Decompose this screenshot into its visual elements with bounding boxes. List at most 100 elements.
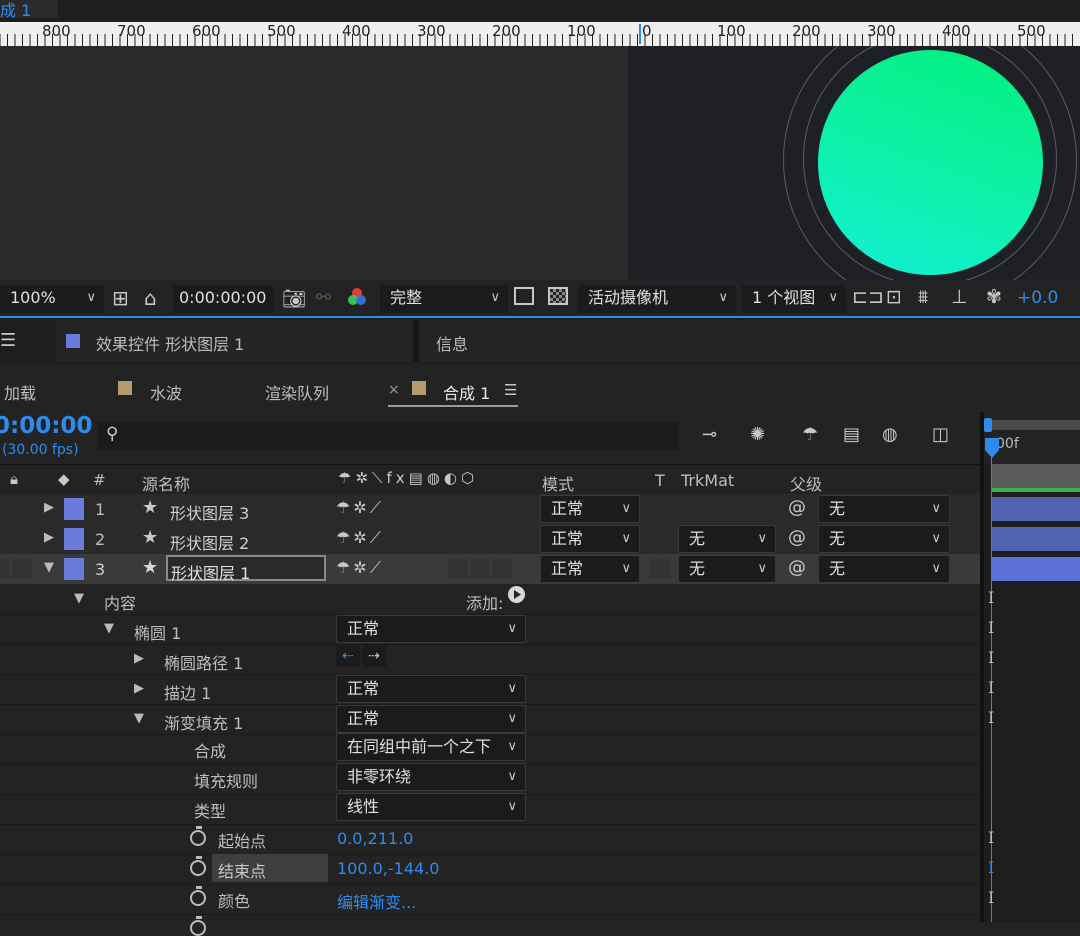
layer-bar-2[interactable]	[992, 527, 1080, 551]
hide-shy-layers-icon[interactable]: ☂	[802, 424, 818, 445]
work-area-start[interactable]	[984, 418, 992, 432]
frame-blending-icon[interactable]: ▤	[843, 424, 860, 445]
collapse-triangle-icon[interactable]: ▼	[134, 711, 144, 726]
flowchart-icon[interactable]: ⊥	[951, 286, 968, 308]
layer-label-swatch[interactable]	[64, 498, 84, 520]
keyframe-marker[interactable]: I	[988, 618, 994, 637]
pickwhip-icon[interactable]: @	[788, 557, 806, 578]
switch-box[interactable]	[492, 498, 512, 518]
graph-editor-icon[interactable]: ◫	[932, 424, 949, 445]
pickwhip-icon[interactable]: @	[788, 497, 806, 518]
timeline-icon[interactable]: ⩩	[918, 286, 928, 308]
pickwhip-icon[interactable]: @	[788, 527, 806, 548]
layer-label-swatch[interactable]	[64, 528, 84, 550]
property-row-start-point[interactable]: 起始点 0.0,211.0	[0, 824, 980, 855]
layer-mode-dropdown[interactable]: 正常 ∨	[540, 555, 640, 583]
layer-mode-dropdown[interactable]: 正常 ∨	[540, 525, 640, 553]
effect-controls-tab[interactable]: 效果控件 形状图层 1	[56, 320, 412, 362]
expand-triangle-icon[interactable]: ▶	[134, 651, 144, 666]
parent-dropdown[interactable]: 无 ∨	[818, 525, 950, 553]
transparency-grid-icon[interactable]	[548, 287, 568, 305]
fast-previews-icon[interactable]: ⊡	[886, 286, 902, 308]
keyframe-marker[interactable]: I	[988, 888, 994, 907]
layer-row-selected[interactable]: ▼ 3 ★ 形状图层 1 ☂✲⟋ 正常 ∨ 无 ∨ @ 无 ∨	[0, 554, 980, 585]
snapshot-camera-icon[interactable]: 📷︎	[282, 287, 306, 310]
start-point-value[interactable]: 0.0,211.0	[337, 829, 413, 848]
lock-switch[interactable]	[12, 528, 32, 548]
property-row-stroke[interactable]: ▶ 描边 1 正常 ∨	[0, 674, 980, 705]
ellipse-blend-dropdown[interactable]: 正常 ∨	[336, 615, 526, 643]
resolution-dropdown[interactable]: 完整 ∨	[380, 285, 508, 313]
close-icon[interactable]: ×	[388, 382, 400, 398]
lock-switch[interactable]	[12, 558, 32, 578]
switch-box[interactable]	[448, 528, 468, 548]
gradient-type-dropdown[interactable]: 线性 ∨	[336, 793, 526, 821]
property-row-fill-rule[interactable]: 填充规则 非零环绕 ∨	[0, 763, 980, 795]
current-time-field[interactable]: 0:00:00:00	[173, 285, 273, 313]
property-row-end-point[interactable]: 结束点 100.0,-144.0	[0, 854, 980, 885]
tab-load[interactable]: 加载	[4, 380, 36, 404]
lock-switch[interactable]	[12, 498, 32, 518]
tab-comp[interactable]: 合成 1	[443, 380, 490, 404]
path-direction-forward-icon[interactable]: ⇢	[362, 645, 386, 667]
motion-blur-icon[interactable]: ◍	[882, 424, 898, 445]
parent-dropdown[interactable]: 无 ∨	[818, 495, 950, 523]
end-point-value[interactable]: 100.0,-144.0	[337, 859, 439, 878]
preserve-transparency-box[interactable]	[650, 558, 670, 578]
property-row-composite[interactable]: 合成 在同组中前一个之下 ∨	[0, 733, 980, 765]
keyframe-marker[interactable]: I	[988, 678, 994, 697]
mask-visibility-icon[interactable]: ⌂	[144, 286, 157, 310]
draft-3d-icon[interactable]: ✺	[750, 424, 765, 445]
fill-rule-dropdown[interactable]: 非零环绕 ∨	[336, 763, 526, 791]
toggle-pixel-aspect-icon[interactable]: ⊏⊐	[852, 286, 884, 308]
layer-switches-icons[interactable]: ☂✲⟋	[336, 498, 384, 518]
trkmat-dropdown[interactable]: 无 ∨	[678, 555, 776, 583]
layer-name[interactable]: 形状图层 3	[170, 500, 249, 524]
composite-dropdown[interactable]: 在同组中前一个之下 ∨	[336, 733, 526, 761]
property-row-ellipse-path[interactable]: ▶ 椭圆路径 1 ⇠ ⇢	[0, 644, 980, 675]
layer-row[interactable]: ▶ 2 ★ 形状图层 2 ☂✲⟋ 正常 ∨ 无 ∨ @ 无 ∨	[0, 524, 980, 555]
keyframe-marker[interactable]: I	[988, 588, 994, 607]
layer-label-swatch[interactable]	[64, 558, 84, 580]
layer-switches-icons[interactable]: ☂✲⟋	[336, 558, 384, 578]
collapse-triangle-icon[interactable]: ▼	[74, 591, 84, 606]
switch-box[interactable]	[492, 558, 512, 578]
tab-render-queue[interactable]: 渲染队列	[265, 380, 329, 404]
views-dropdown[interactable]: 1 个视图 ∨	[742, 285, 846, 313]
stopwatch-icon[interactable]	[190, 856, 206, 876]
expand-triangle-icon[interactable]: ▶	[44, 530, 54, 545]
switch-box[interactable]	[470, 558, 490, 578]
property-row-ellipse[interactable]: ▼ 椭圆 1 正常 ∨	[0, 614, 980, 645]
layer-name-edit-field[interactable]: 形状图层 1	[166, 555, 326, 583]
switch-box[interactable]	[470, 528, 490, 548]
property-row-type[interactable]: 类型 线性 ∨	[0, 793, 980, 825]
comp-viewer[interactable]	[0, 46, 1080, 280]
stroke-blend-dropdown[interactable]: 正常 ∨	[336, 675, 526, 703]
parent-dropdown[interactable]: 无 ∨	[818, 555, 950, 583]
layer-name[interactable]: 形状图层 2	[170, 530, 249, 554]
gradient-blend-dropdown[interactable]: 正常 ∨	[336, 705, 526, 733]
tab-menu-icon[interactable]: ☰	[504, 381, 517, 399]
stopwatch-icon[interactable]	[190, 886, 206, 906]
property-row-content[interactable]: ▼ 内容 添加:	[0, 584, 980, 615]
reset-exposure-icon[interactable]: ✾	[986, 286, 1002, 308]
zoom-dropdown[interactable]: 100% ∨	[0, 285, 104, 313]
expand-triangle-icon[interactable]: ▶	[44, 500, 54, 515]
stopwatch-icon[interactable]	[190, 826, 206, 846]
switch-box[interactable]	[470, 498, 490, 518]
layer-search-input[interactable]: ⚲	[98, 422, 678, 450]
add-play-icon[interactable]	[508, 586, 525, 603]
preserve-transparency-box[interactable]	[650, 498, 670, 518]
switch-box[interactable]	[492, 528, 512, 548]
trkmat-dropdown[interactable]: 无 ∨	[678, 525, 776, 553]
collapse-triangle-icon[interactable]: ▼	[44, 560, 54, 575]
collapse-triangle-icon[interactable]: ▼	[104, 621, 114, 636]
channel-rgb-icon[interactable]	[346, 286, 368, 308]
switch-box[interactable]	[448, 498, 468, 518]
switch-box[interactable]	[448, 558, 468, 578]
property-row-gradient-fill[interactable]: ▼ 渐变填充 1 正常 ∨	[0, 704, 980, 735]
safe-zones-icon[interactable]: ⊞	[112, 286, 129, 310]
timeline-current-time[interactable]: 0:00:00	[0, 413, 92, 439]
av-switch[interactable]	[0, 528, 10, 548]
keyframe-marker[interactable]: I	[988, 858, 994, 877]
